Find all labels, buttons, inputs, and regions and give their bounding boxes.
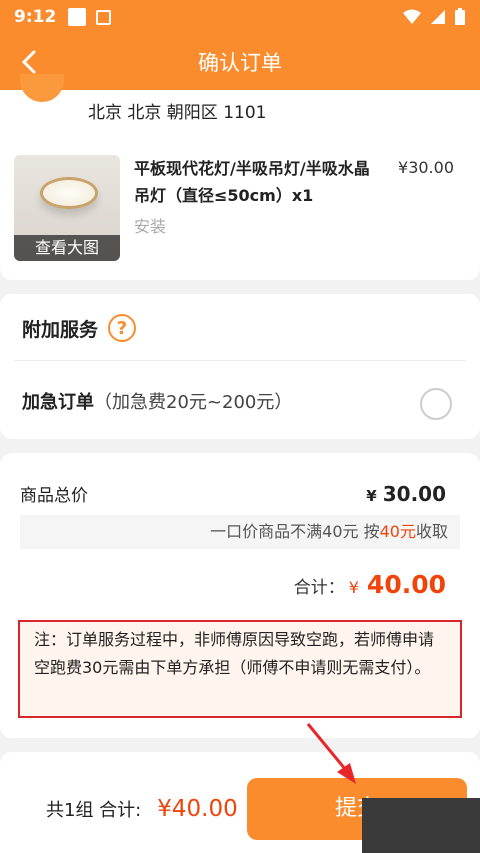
goods-total-value: ¥30.00	[366, 482, 446, 506]
product-thumbnail[interactable]: 查看大图	[14, 155, 120, 261]
order-total-currency: ¥	[348, 578, 359, 597]
price-summary-card: 商品总价 ¥30.00 一口价商品不满40元 按40元收取 合计： ¥ 40.0…	[0, 453, 480, 738]
fixed-price-note-prefix: 一口价商品不满40元 按	[210, 522, 380, 541]
bottom-summary: 共1组 合计: ¥40.00	[46, 796, 238, 822]
urgent-order-desc: （加急费20元~200元）	[94, 392, 293, 413]
fixed-price-note: 一口价商品不满40元 按40元收取	[20, 515, 460, 549]
extra-services-card: 附加服务 ? 加急订单（加急费20元~200元）	[0, 294, 480, 439]
order-total-label: 合计：	[293, 578, 345, 598]
fixed-price-note-suffix: 收取	[415, 522, 448, 541]
app-notification-icon	[96, 9, 112, 25]
order-total-amount: 40.00	[366, 570, 446, 599]
product-title: 平板现代花灯/半吸吊灯/半吸水晶吊灯（直径≤50cm）x1	[134, 159, 370, 205]
location-icon	[20, 74, 64, 102]
chevron-left-icon	[21, 50, 36, 74]
product-card: 查看大图 平板现代花灯/半吸吊灯/半吸水晶吊灯（直径≤50cm）x1 ¥30.0…	[0, 140, 480, 280]
divider	[14, 360, 466, 361]
extra-services-title: 附加服务 ?	[22, 314, 137, 342]
address-text: 北京 北京 朝阳区 1101	[88, 103, 267, 123]
goods-total-label: 商品总价	[20, 486, 88, 506]
product-service-tag: 安装	[134, 217, 167, 236]
no-show-fee-warning: 注：订单服务过程中，非师傅原因导致空跑，若师傅申请空跑费30元需由下单方承担（师…	[18, 620, 462, 718]
status-time: 9:12	[14, 7, 57, 27]
bottom-summary-label: 共1组 合计:	[46, 800, 142, 821]
address-card[interactable]: 北京 北京 朝阳区 1101	[0, 74, 480, 140]
view-large-image-label[interactable]: 查看大图	[14, 235, 120, 261]
fixed-price-note-highlight: 40元	[379, 522, 416, 541]
status-right	[402, 8, 466, 26]
status-bar: 9:12	[0, 0, 480, 34]
nav-bar: 确认订单	[0, 34, 480, 90]
wifi-icon	[403, 9, 421, 24]
urgent-order-radio[interactable]	[420, 388, 452, 420]
goods-total-currency: ¥	[366, 486, 377, 505]
battery-icon	[455, 8, 465, 25]
urgent-order-label: 加急订单	[22, 392, 94, 413]
overlay-box	[362, 798, 480, 853]
product-price: ¥30.00	[398, 158, 454, 177]
signal-icon	[431, 10, 445, 24]
urgent-order-row[interactable]: 加急订单（加急费20元~200元）	[22, 388, 292, 414]
question-circle-icon[interactable]: ?	[108, 314, 137, 342]
page-title: 确认订单	[198, 51, 282, 75]
goods-total-row: 商品总价 ¥30.00	[20, 481, 446, 507]
lamp-image	[40, 177, 98, 209]
extra-services-label: 附加服务	[22, 318, 99, 341]
goods-total-amount: 30.00	[382, 481, 446, 506]
notification-icon	[68, 8, 87, 26]
order-total-row: 合计： ¥ 40.00	[294, 570, 446, 599]
bottom-total-amount: ¥40.00	[157, 796, 238, 822]
